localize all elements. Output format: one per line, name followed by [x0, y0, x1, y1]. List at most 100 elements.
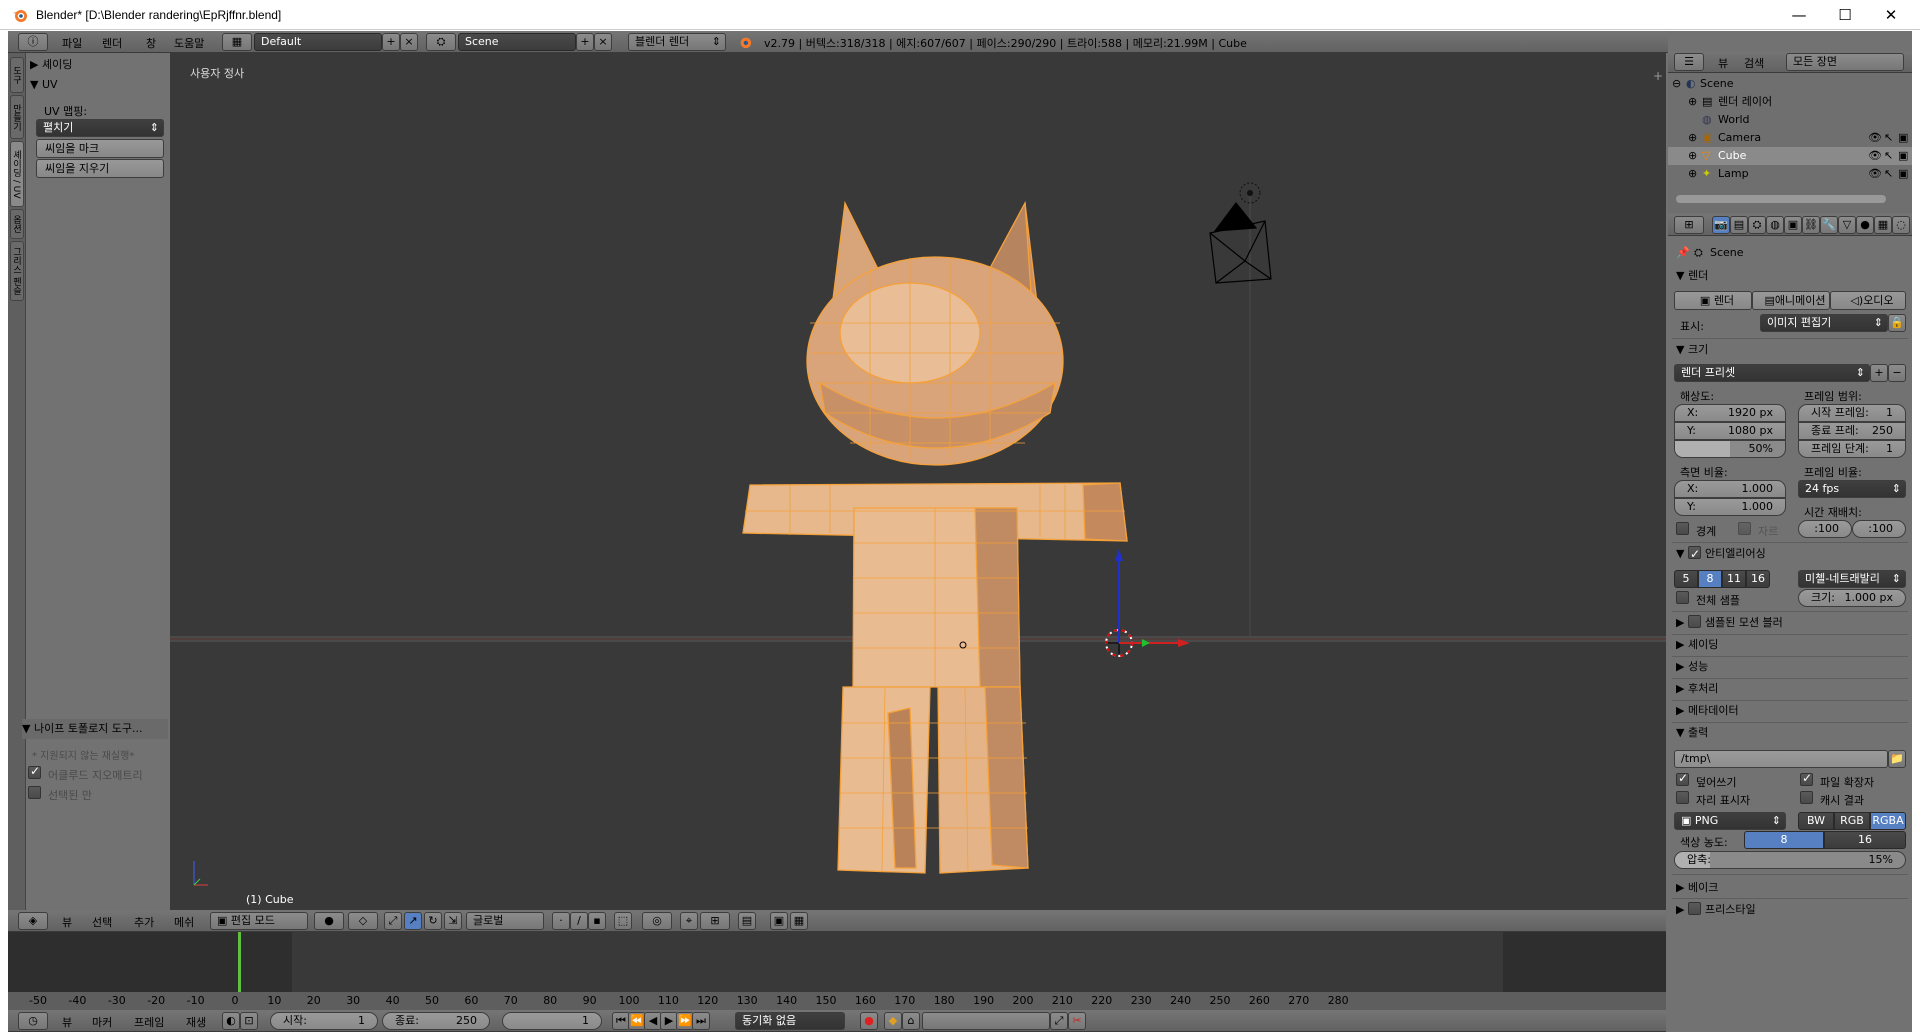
visibility-eye-icon[interactable]: 👁: [1868, 129, 1882, 147]
snap-icon[interactable]: ⌖: [680, 912, 698, 930]
bake-panel-header[interactable]: ▶ 베이크: [1676, 878, 1718, 898]
resolution-y-field[interactable]: Y: 1080 px: [1674, 422, 1786, 440]
remove-scene-icon[interactable]: ×: [594, 33, 612, 51]
aa-sample-8[interactable]: 8: [1698, 570, 1722, 588]
editor-type-info-icon[interactable]: ⓘ: [18, 33, 48, 51]
crop-checkbox[interactable]: [1738, 522, 1751, 535]
lock-icon[interactable]: ⊡: [240, 1012, 258, 1030]
render-panel-header[interactable]: ▼ 렌더: [1676, 266, 1708, 286]
select-arrow-icon[interactable]: ↖: [1884, 165, 1893, 183]
translate-manipulator-icon[interactable]: ↗: [404, 912, 422, 930]
select-arrow-icon[interactable]: ↖: [1884, 147, 1893, 165]
resolution-percent-slider[interactable]: 50%: [1674, 440, 1786, 458]
aa-filter-dropdown[interactable]: 미첼-네트래발리 ⇕: [1798, 570, 1906, 588]
add-layout-icon[interactable]: +: [382, 33, 400, 51]
outliner-row-world[interactable]: ◍ World: [1668, 111, 1912, 129]
freestyle-panel-header[interactable]: ▶ 프리스타일: [1676, 900, 1756, 920]
data-context-icon[interactable]: ▽: [1838, 216, 1856, 234]
pin-icon[interactable]: 📌: [1676, 246, 1690, 259]
overwrite-checkbox[interactable]: [1676, 771, 1689, 786]
outliner-row-cube[interactable]: ⊕ ▽ Cube 👁 ↖ ▣: [1668, 147, 1912, 165]
3d-viewport[interactable]: 사용자 정사 + (1) Cube: [170, 53, 1666, 910]
end-frame-field[interactable]: 종료: 250: [382, 1012, 490, 1030]
viewport-corner-plus-icon[interactable]: +: [1653, 69, 1663, 83]
outliner-row-render-layers[interactable]: ⊕ ▤ 렌더 레이어: [1668, 93, 1912, 111]
compression-slider[interactable]: 압축: 15%: [1674, 851, 1906, 869]
menu-select[interactable]: 선택: [92, 914, 112, 930]
insert-keyframe-icon[interactable]: ⤢: [1050, 1012, 1068, 1030]
vertex-select-icon[interactable]: ·: [552, 912, 570, 930]
metadata-panel-header[interactable]: ▶ 메타데이터: [1676, 701, 1739, 721]
full-sample-checkbox[interactable]: [1676, 591, 1689, 604]
menu-view[interactable]: 뷰: [62, 1014, 72, 1030]
render-engine-dropdown[interactable]: 블렌더 렌더 ⇕: [628, 33, 726, 51]
post-processing-panel-header[interactable]: ▶ 후처리: [1676, 679, 1718, 699]
opengl-render-icon[interactable]: ▣: [770, 912, 788, 930]
cache-result-checkbox[interactable]: [1800, 791, 1813, 804]
keying-set-field[interactable]: [922, 1012, 1050, 1030]
file-extensions-checkbox[interactable]: [1800, 771, 1813, 786]
render-camera-icon[interactable]: ▣: [1898, 165, 1908, 183]
occlude-icon[interactable]: ⬚: [614, 912, 632, 930]
scene-icon[interactable]: ⛭: [426, 33, 456, 51]
menu-mesh[interactable]: 메쉬: [174, 914, 194, 930]
physics-context-icon[interactable]: ◌: [1892, 216, 1910, 234]
edge-select-icon[interactable]: /: [570, 912, 588, 930]
display-dropdown[interactable]: 이미지 편집기 ⇕: [1760, 314, 1888, 332]
clear-seam-button[interactable]: 씨임을 지우기: [36, 159, 164, 178]
editor-type-3d-icon[interactable]: ◈: [18, 912, 48, 930]
opengl-anim-icon[interactable]: ▦: [790, 912, 808, 930]
only-selected-checkbox[interactable]: [28, 786, 41, 799]
mode-dropdown[interactable]: ▣ 편집 모드: [210, 912, 308, 930]
time-remap-new-field[interactable]: :100: [1852, 520, 1906, 538]
aa-panel-header[interactable]: ▼ 안티엘리어싱: [1676, 544, 1766, 564]
menu-marker[interactable]: 마커: [92, 1014, 112, 1030]
tab-create[interactable]: 만들기: [10, 95, 24, 139]
tab-grease-pencil[interactable]: 그리스 펜슬: [10, 241, 24, 301]
outliner-menu-search[interactable]: 검색: [1744, 55, 1764, 71]
render-presets-dropdown[interactable]: 렌더 프리셋 ⇕: [1674, 364, 1870, 382]
proportional-edit-icon[interactable]: ◎: [642, 912, 672, 930]
aa-sample-11[interactable]: 11: [1722, 570, 1746, 588]
editor-type-timeline-icon[interactable]: ◷: [18, 1012, 48, 1030]
render-button[interactable]: ▣ 렌더: [1674, 291, 1752, 310]
delete-keyframe-icon[interactable]: ✂: [1068, 1012, 1086, 1030]
start-frame-field[interactable]: 시작: 1: [270, 1012, 378, 1030]
jump-end-icon[interactable]: ⏭: [692, 1012, 710, 1030]
frame-end-field[interactable]: 종료 프레: 250: [1798, 422, 1906, 440]
aa-sample-5[interactable]: 5: [1674, 570, 1698, 588]
outliner-scrollbar[interactable]: [1676, 195, 1886, 203]
constraints-context-icon[interactable]: ⛓: [1802, 216, 1820, 234]
tab-options[interactable]: 옵션: [10, 209, 24, 239]
file-format-dropdown[interactable]: ▣ PNG ⇕: [1674, 812, 1786, 830]
timeline[interactable]: -50 -40 -30 -20 -10 0 10 20 30 40 50 60 70 80 90 100 110…: [8, 932, 1666, 1010]
menu-frame[interactable]: 프레임: [134, 1014, 164, 1030]
render-context-camera-icon[interactable]: 📷: [1712, 216, 1730, 234]
motion-blur-checkbox[interactable]: [1687, 615, 1701, 628]
tab-tools[interactable]: 도구: [10, 57, 24, 93]
current-frame-marker[interactable]: [237, 932, 241, 992]
menu-help[interactable]: 도움말: [174, 35, 204, 51]
rotate-manipulator-icon[interactable]: ↻: [424, 912, 442, 930]
material-context-icon[interactable]: ●: [1856, 216, 1874, 234]
viewport-shading-icon[interactable]: ●: [314, 912, 344, 930]
animation-button[interactable]: ▤애니메이션: [1752, 291, 1830, 310]
menu-playback[interactable]: 재생: [186, 1014, 206, 1030]
menu-add[interactable]: 추가: [134, 914, 154, 930]
dimensions-panel-header[interactable]: ▼ 크기: [1676, 340, 1708, 360]
remove-preset-icon[interactable]: −: [1888, 364, 1906, 382]
output-panel-header[interactable]: ▼ 출력: [1676, 723, 1708, 743]
uv-panel-header[interactable]: ▼ UV: [30, 75, 166, 95]
render-layers-context-icon[interactable]: ▤: [1730, 216, 1748, 234]
manipulator-toggle-icon[interactable]: ⤢: [384, 912, 402, 930]
aspect-x-field[interactable]: X: 1.000: [1674, 480, 1786, 498]
outliner-row-camera[interactable]: ⊕ ▣ Camera 👁 ↖ ▣: [1668, 129, 1912, 147]
menu-render[interactable]: 렌더: [102, 35, 122, 51]
menu-view[interactable]: 뷰: [62, 914, 72, 930]
frame-step-field[interactable]: 프레임 단계: 1: [1798, 440, 1906, 458]
face-select-icon[interactable]: ▪: [588, 912, 606, 930]
aa-enable-checkbox[interactable]: [1687, 544, 1701, 564]
aspect-y-field[interactable]: Y: 1.000: [1674, 498, 1786, 516]
knife-panel-header[interactable]: ▼ 나이프 토폴로지 도구...: [22, 719, 168, 739]
minimize-button[interactable]: —: [1776, 0, 1822, 30]
